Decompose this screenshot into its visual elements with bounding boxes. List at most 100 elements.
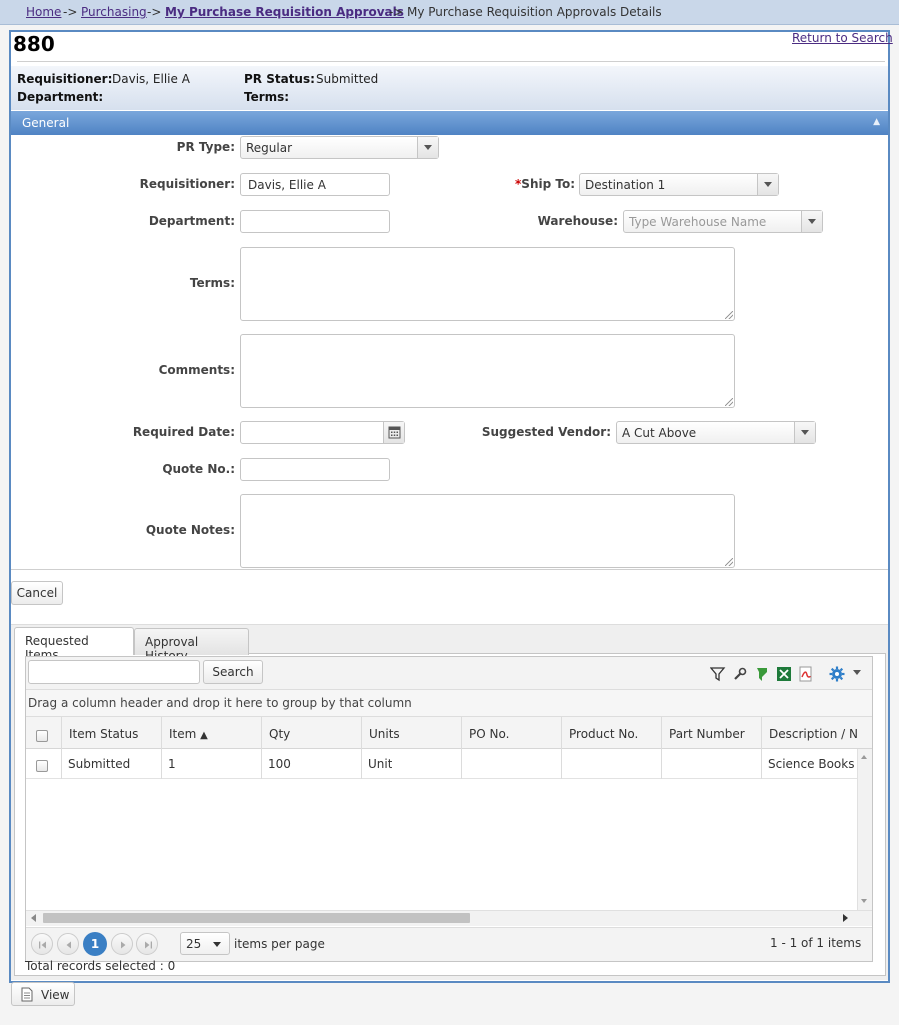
warehouse-select[interactable]: Type Warehouse Name (623, 210, 823, 233)
ship-to-label: *Ship To: (515, 177, 575, 191)
page-title: 880 (13, 32, 55, 56)
breadcrumb-approvals-link[interactable]: My Purchase Requisition Approvals (165, 5, 404, 19)
column-header-description[interactable]: Description / Na (769, 727, 857, 741)
vertical-scrollbar[interactable] (857, 749, 872, 910)
breadcrumb-home-link[interactable]: Home (26, 5, 61, 19)
view-button[interactable]: View (11, 982, 75, 1006)
caret-up-icon[interactable]: ▲ (873, 117, 880, 127)
chevron-down-icon[interactable] (757, 174, 778, 195)
breadcrumb-separator: -> (389, 5, 404, 19)
page-size-select[interactable]: 25 (180, 932, 230, 955)
column-header-qty[interactable]: Qty (269, 727, 290, 741)
cell-units: Unit (368, 757, 393, 771)
column-header-item[interactable]: Item ▲ (169, 727, 208, 741)
return-to-search-link[interactable]: Return to Search (792, 31, 893, 45)
resize-grip-icon[interactable] (725, 398, 733, 406)
column-divider (761, 749, 762, 779)
quote-no-input[interactable] (240, 458, 390, 481)
required-date-label: Required Date: (132, 425, 235, 439)
terms-summary-label: Terms: (244, 90, 290, 104)
grid-header (26, 717, 872, 749)
page-size-label: items per page (234, 937, 325, 951)
excel-icon[interactable] (776, 666, 792, 682)
pdf-icon[interactable] (798, 666, 814, 682)
scroll-right-icon[interactable] (843, 914, 848, 922)
requisitioner-summary-value: Davis, Ellie A (112, 72, 190, 86)
first-page-icon[interactable] (31, 933, 53, 955)
total-selected-text: Total records selected : 0 (25, 959, 176, 973)
column-header-po-no[interactable]: PO No. (469, 727, 509, 741)
pr-status-value: Submitted (316, 72, 379, 86)
export-green-icon[interactable] (754, 666, 770, 682)
previous-page-icon[interactable] (57, 933, 79, 955)
column-divider (361, 749, 362, 779)
horizontal-scroll-thumb[interactable] (43, 913, 470, 923)
table-row[interactable] (26, 749, 857, 779)
filter-icon[interactable] (709, 666, 726, 682)
terms-textarea[interactable] (240, 247, 735, 321)
department-input[interactable] (240, 210, 390, 233)
resize-grip-icon[interactable] (725, 558, 733, 566)
quote-no-label: Quote No.: (162, 462, 235, 476)
cancel-button[interactable]: Cancel (11, 581, 63, 605)
ship-to-select[interactable]: Destination 1 (579, 173, 779, 196)
section-title: General (22, 116, 70, 130)
tab-requested-items[interactable]: Requested Items (14, 627, 134, 662)
cell-item: 1 (168, 757, 176, 771)
chevron-down-icon[interactable] (801, 211, 822, 232)
warehouse-label: Warehouse: (537, 214, 618, 228)
comments-textarea[interactable] (240, 334, 735, 408)
terms-label: Terms: (189, 276, 235, 290)
column-header-units[interactable]: Units (369, 727, 400, 741)
column-header-part-number[interactable]: Part Number (669, 727, 745, 741)
pager-summary: 1 - 1 of 1 items (770, 936, 862, 950)
column-header-item-status[interactable]: Item Status (69, 727, 138, 741)
scroll-left-icon[interactable] (31, 914, 36, 922)
column-header-product-no[interactable]: Product No. (569, 727, 638, 741)
breadcrumb-current: My Purchase Requisition Approvals Detail… (407, 5, 662, 19)
department-summary-label: Department: (17, 90, 104, 104)
requisitioner-input[interactable]: Davis, Ellie A (240, 173, 390, 196)
scroll-up-icon[interactable] (861, 755, 867, 759)
calendar-icon[interactable] (383, 422, 404, 443)
row-checkbox[interactable] (36, 760, 48, 772)
document-icon (20, 987, 34, 1005)
column-divider (561, 749, 562, 779)
select-all-checkbox[interactable] (36, 730, 48, 742)
wrench-icon[interactable] (732, 666, 748, 682)
column-divider (61, 749, 62, 779)
resize-grip-icon[interactable] (725, 311, 733, 319)
quote-notes-textarea[interactable] (240, 494, 735, 568)
cell-item-status: Submitted (68, 757, 131, 771)
chevron-down-icon[interactable] (417, 137, 438, 158)
gear-icon[interactable] (829, 666, 845, 682)
suggested-vendor-label: Suggested Vendor: (481, 425, 611, 439)
next-page-icon[interactable] (111, 933, 133, 955)
breadcrumb-separator: -> (63, 5, 78, 19)
grid-search-input[interactable] (28, 660, 200, 684)
column-divider (161, 749, 162, 779)
general-section-header[interactable]: General ▲ (11, 111, 888, 135)
requisitioner-summary-label: Requisitioner: (17, 72, 113, 86)
breadcrumb-purchasing-link[interactable]: Purchasing (81, 5, 147, 19)
suggested-vendor-select[interactable]: A Cut Above (616, 421, 816, 444)
required-date-input[interactable] (240, 421, 405, 444)
tab-approval-history[interactable]: Approval History (134, 628, 249, 663)
current-page-button[interactable]: 1 (83, 932, 107, 956)
scroll-down-icon[interactable] (861, 899, 867, 903)
view-button-label: View (41, 988, 70, 1002)
chevron-down-icon[interactable] (213, 942, 221, 947)
pr-status-label: PR Status: (244, 72, 315, 86)
requisitioner-label: Requisitioner: (139, 177, 235, 191)
header-divider (17, 61, 885, 62)
chevron-down-icon[interactable] (794, 422, 815, 443)
comments-label: Comments: (158, 363, 235, 377)
pr-type-select[interactable]: Regular (240, 136, 439, 159)
column-divider (461, 749, 462, 779)
last-page-icon[interactable] (136, 933, 158, 955)
grid-search-button[interactable]: Search (203, 660, 263, 684)
settings-dropdown-caret-icon[interactable] (853, 670, 861, 675)
sort-ascending-icon: ▲ (200, 730, 208, 741)
column-divider (661, 749, 662, 779)
form-divider (11, 569, 888, 570)
